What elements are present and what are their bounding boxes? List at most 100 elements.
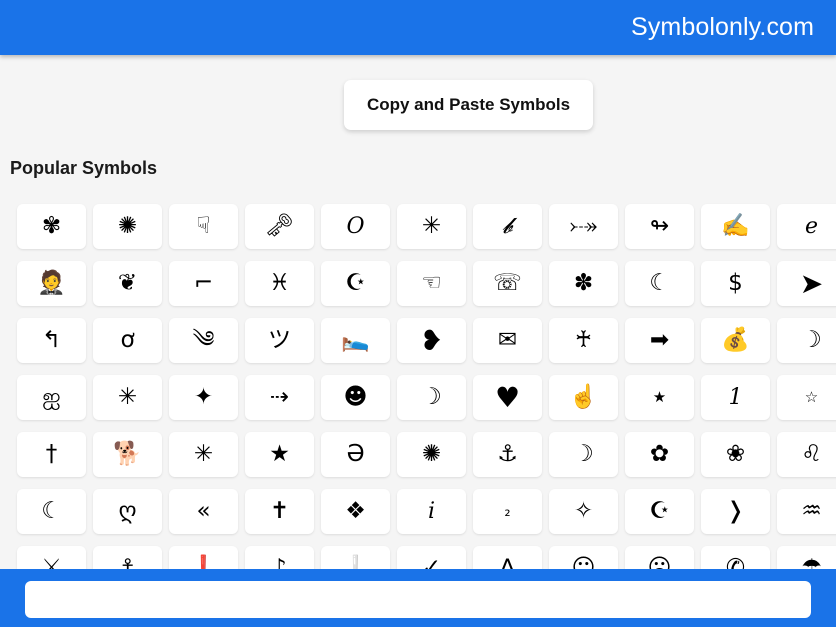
symbol-crescent-moon-2[interactable]: ☽ (549, 432, 618, 477)
symbol-glyph: 🤵 (37, 270, 66, 296)
symbol-dollar-sign[interactable]: $ (701, 261, 770, 306)
symbol-looped-arrow-right[interactable]: ↬ (625, 204, 694, 249)
symbol-tibetan-mark-head[interactable]: ༄ (169, 318, 238, 363)
symbol-pisces[interactable]: ♓ (245, 261, 314, 306)
symbol-glyph: 𝑂 (346, 213, 365, 239)
symbol-envelope[interactable]: ✉ (473, 318, 542, 363)
symbol-glyph: ☽ (801, 327, 822, 353)
symbol-leo[interactable]: ♌ (777, 432, 836, 477)
symbol-glyph: ➤ (799, 266, 824, 300)
symbol-glyph: ☪ (649, 498, 670, 524)
symbol-glyph: ✽ (573, 270, 594, 296)
symbol-glyph: ☜ (421, 270, 442, 296)
symbol-rotated-heavy-heart-bullet[interactable]: ❥ (397, 318, 466, 363)
symbol-glyph: ☾ (649, 270, 670, 296)
symbol-script-small-b[interactable]: 𝓫 (473, 204, 542, 249)
symbol-index-pointing-up[interactable]: ☝️ (549, 375, 618, 420)
symbol-black-arrowhead[interactable]: ➤ (777, 261, 836, 306)
symbol-black-rightwards-arrow[interactable]: ➡ (625, 318, 694, 363)
symbol-glyph: ✧ (573, 498, 594, 524)
symbol-glyph: ❦ (117, 270, 138, 296)
symbol-katakana-tsu[interactable]: ツ (245, 318, 314, 363)
symbol-o-with-horn[interactable]: ơ (93, 318, 162, 363)
symbol-arrow-turn-up-left[interactable]: ↰ (17, 318, 86, 363)
symbol-glyph: ✳ (193, 441, 214, 467)
symbol-star-and-crescent[interactable]: ☪ (321, 261, 390, 306)
symbol-eight-spoked-asterisk-2[interactable]: ✳ (93, 375, 162, 420)
symbol-glyph: ❖ (345, 498, 366, 524)
symbol-screw[interactable]: 🗝 (245, 204, 314, 249)
symbol-thin-crescent[interactable]: ☾ (17, 489, 86, 534)
symbol-glyph: ✉ (497, 327, 518, 353)
symbol-glyph: ơ (120, 327, 135, 353)
symbol-glyph: ↰ (41, 327, 62, 353)
symbol-glyph: 𝑒 (804, 213, 819, 239)
symbol-latin-cross[interactable]: ✝ (245, 489, 314, 534)
symbol-text-input[interactable] (25, 581, 811, 618)
symbol-black-heart-suit[interactable]: ♥ (473, 375, 542, 420)
symbol-white-florette[interactable]: ❀ (701, 432, 770, 477)
symbol-glyph: ☝️ (569, 384, 598, 410)
symbol-feathered-arrow-right[interactable]: ⤐ (549, 204, 618, 249)
title-card[interactable]: Copy and Paste Symbols (344, 80, 593, 130)
symbol-writing-hand[interactable]: ✍️ (701, 204, 770, 249)
symbol-money-bag[interactable]: 💰 (701, 318, 770, 363)
symbol-star-and-crescent-2[interactable]: ☪ (625, 489, 694, 534)
symbol-pointing-hand-down[interactable]: ☟ (169, 204, 238, 249)
symbol-dashed-arrow-right[interactable]: ⇢ (245, 375, 314, 420)
symbol-first-quarter-moon[interactable]: ☽ (777, 318, 836, 363)
symbol-glyph: ☟ (196, 213, 211, 239)
symbol-flower-punctuation[interactable]: ✾ (17, 204, 86, 249)
symbol-italic-capital-o[interactable]: 𝑂 (321, 204, 390, 249)
symbol-georgian-ghan-heart[interactable]: ღ (93, 489, 162, 534)
symbol-glyph: ✍️ (721, 213, 750, 239)
symbol-italic-small-e[interactable]: 𝑒 (777, 204, 836, 249)
symbol-left-double-angle-quote[interactable]: « (169, 489, 238, 534)
symbol-grid: ✾ ✺ ☟ 🗝 𝑂 ✳ 𝓫 ⤐ ↬ ✍️ 𝑒 🤵 ❦ ⌐ ♓ ☪ ☜ ☏ ✽ ☾ $ ➤ ↰ ơ ༄ ツ 🛌 ❥ ✉ ♰ ➡ 💰 ☽ ஐ ✳ ✦ ⇢ ☻ ☽… (17, 204, 836, 603)
symbol-black-diamond-minus-white-x[interactable]: ❖ (321, 489, 390, 534)
symbol-crescent-moon-right[interactable]: ☽ (397, 375, 466, 420)
symbol-heavy-right-angle-bracket[interactable]: ❭ (701, 489, 770, 534)
symbol-italic-small-i[interactable]: 𝑖 (397, 489, 466, 534)
symbol-glyph: ☾ (41, 498, 62, 524)
symbol-glyph: ✝ (269, 498, 290, 524)
symbol-white-four-pointed-star[interactable]: ✧ (549, 489, 618, 534)
symbol-glyph: ღ (118, 498, 137, 524)
symbol-capital-schwa[interactable]: Ә (321, 432, 390, 477)
symbol-last-quarter-moon[interactable]: ☾ (625, 261, 694, 306)
symbol-dog[interactable]: 🐕 (93, 432, 162, 477)
symbol-glyph: ⤐ (569, 213, 598, 239)
symbol-pointing-hand-left[interactable]: ☜ (397, 261, 466, 306)
symbol-sixteen-pointed-asterisk-2[interactable]: ✺ (397, 432, 466, 477)
symbol-telephone[interactable]: ☏ (473, 261, 542, 306)
symbol-glyph: ♒ (801, 498, 822, 524)
symbol-sixteen-pointed-asterisk[interactable]: ✺ (93, 204, 162, 249)
symbol-row: ☾ ღ « ✝ ❖ 𝑖 ₂ ✧ ☪ ❭ ♒ (17, 489, 836, 546)
symbol-person-in-bed[interactable]: 🛌 (321, 318, 390, 363)
symbol-glyph: ❀ (725, 441, 746, 467)
symbol-tamil-ai[interactable]: ஐ (17, 375, 86, 420)
symbol-aquarius[interactable]: ♒ (777, 489, 836, 534)
symbol-black-four-pointed-star[interactable]: ✦ (169, 375, 238, 420)
symbol-glyph: ➡ (649, 327, 670, 353)
symbol-glyph: ☻ (343, 384, 368, 410)
symbol-black-florette[interactable]: ✿ (625, 432, 694, 477)
symbol-dagger[interactable]: † (17, 432, 86, 477)
symbol-angle-bracket-shape[interactable]: ⌐ (169, 261, 238, 306)
symbol-glyph: ✺ (421, 441, 442, 467)
symbol-heavy-teardrop-asterisk[interactable]: ✽ (549, 261, 618, 306)
symbol-west-syriac-cross[interactable]: ♰ (549, 318, 618, 363)
symbol-subscript-two[interactable]: ₂ (473, 489, 542, 534)
symbol-floral-heart[interactable]: ❦ (93, 261, 162, 306)
symbol-glyph: 𝑖 (427, 498, 436, 524)
symbol-anchor[interactable]: ⚓ (473, 432, 542, 477)
symbol-black-smiling-face[interactable]: ☻ (321, 375, 390, 420)
symbol-eight-spoked-asterisk[interactable]: ✳ (397, 204, 466, 249)
symbol-person-in-tuxedo[interactable]: 🤵 (17, 261, 86, 306)
symbol-eight-spoked-asterisk-3[interactable]: ✳ (169, 432, 238, 477)
symbol-black-star[interactable]: ★ (245, 432, 314, 477)
symbol-white-star-small[interactable]: ☆ (777, 375, 836, 420)
symbol-digit-one[interactable]: 1 (701, 375, 770, 420)
symbol-glyph: ༄ (192, 327, 215, 353)
symbol-black-star-small[interactable]: ★ (625, 375, 694, 420)
